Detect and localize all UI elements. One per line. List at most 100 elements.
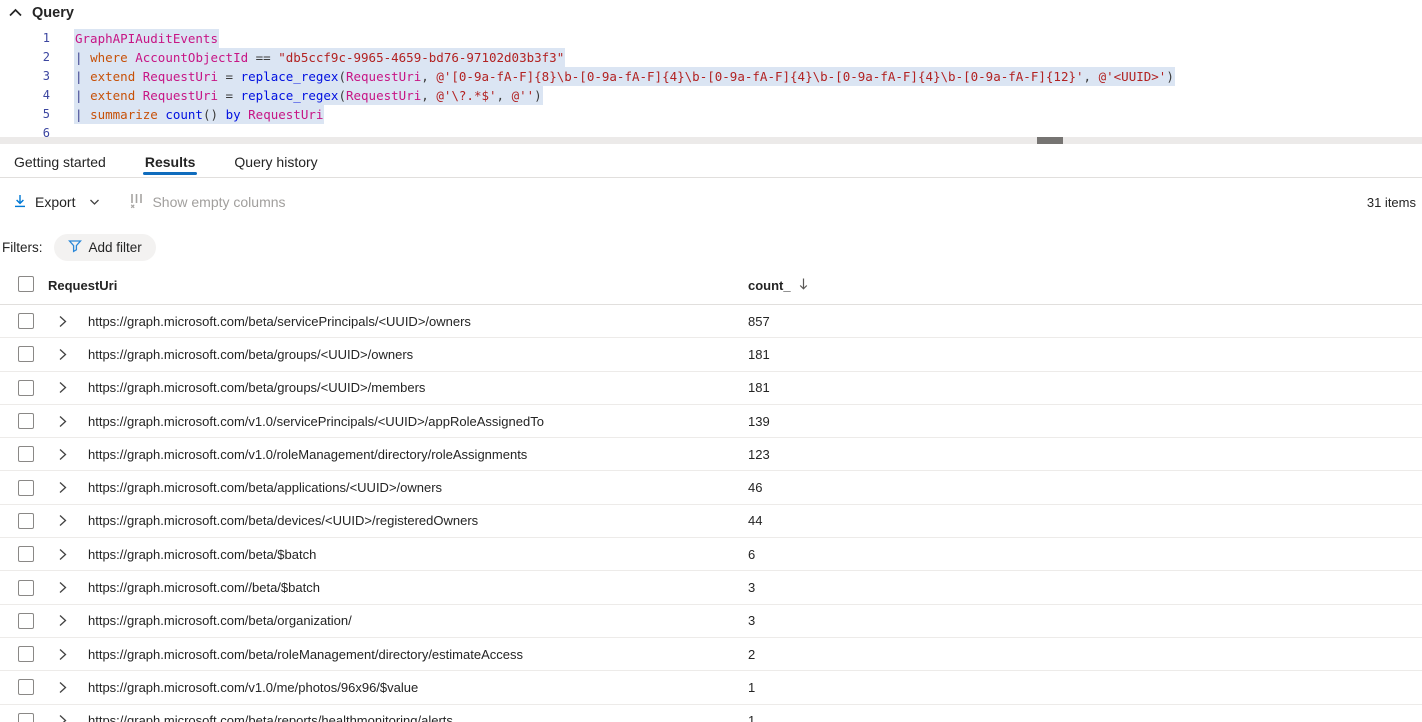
requesturi-cell: https://graph.microsoft.com/v1.0/me/phot… — [88, 680, 748, 695]
chevron-down-icon — [89, 198, 100, 206]
table-row[interactable]: https://graph.microsoft.com/beta/organiz… — [0, 605, 1422, 638]
row-checkbox[interactable] — [18, 480, 34, 496]
row-checkbox[interactable] — [18, 346, 34, 362]
code-text: | where AccountObjectId == "db5ccf9c-996… — [74, 48, 565, 67]
table-header: RequestUri count_ — [0, 266, 1422, 305]
expand-row-chevron-icon[interactable] — [57, 614, 69, 627]
export-button[interactable]: Export — [12, 193, 100, 212]
requesturi-cell: https://graph.microsoft.com/v1.0/service… — [88, 414, 748, 429]
column-header-count-label: count_ — [748, 278, 791, 293]
count-cell: 44 — [748, 513, 762, 528]
code-text: | extend RequestUri = replace_regex(Requ… — [74, 86, 543, 105]
query-panel-header: Query — [8, 5, 74, 21]
line-number: 5 — [0, 105, 50, 124]
code-line[interactable]: 4 | extend RequestUri = replace_regex(Req… — [0, 86, 1422, 105]
filters-label: Filters: — [2, 240, 43, 255]
collapse-query-button[interactable] — [8, 6, 23, 21]
count-cell: 3 — [748, 613, 755, 628]
count-cell: 181 — [748, 347, 770, 362]
row-checkbox[interactable] — [18, 646, 34, 662]
line-number: 6 — [0, 124, 50, 137]
row-checkbox[interactable] — [18, 313, 34, 329]
table-row[interactable]: https://graph.microsoft.com/beta/applica… — [0, 471, 1422, 504]
editor-hscrollbar-thumb[interactable] — [1037, 137, 1063, 144]
chevron-up-icon — [8, 6, 23, 21]
table-row[interactable]: https://graph.microsoft.com/beta/service… — [0, 305, 1422, 338]
line-number: 1 — [0, 29, 50, 48]
expand-row-chevron-icon[interactable] — [57, 415, 69, 428]
tab-list: Getting started Results Query history — [0, 146, 1422, 178]
requesturi-cell: https://graph.microsoft.com/beta/devices… — [88, 513, 748, 528]
query-editor[interactable]: 1 GraphAPIAuditEvents2| where AccountObje… — [0, 29, 1422, 137]
expand-row-chevron-icon[interactable] — [57, 581, 69, 594]
line-number: 4 — [0, 86, 50, 105]
requesturi-cell: https://graph.microsoft.com/beta/service… — [88, 314, 748, 329]
editor-hscrollbar-track[interactable] — [0, 137, 1422, 144]
table-row[interactable]: https://graph.microsoft.com//beta/$batch… — [0, 571, 1422, 604]
tab-getting-started[interactable]: Getting started — [12, 146, 108, 177]
expand-row-chevron-icon[interactable] — [57, 348, 69, 361]
requesturi-cell: https://graph.microsoft.com/beta/organiz… — [88, 613, 748, 628]
requesturi-cell: https://graph.microsoft.com/beta/groups/… — [88, 380, 748, 395]
row-checkbox[interactable] — [18, 446, 34, 462]
tab-results[interactable]: Results — [143, 146, 198, 177]
code-line[interactable]: 6 — [0, 124, 1422, 137]
tab-query-history[interactable]: Query history — [232, 146, 319, 177]
row-checkbox[interactable] — [18, 513, 34, 529]
requesturi-cell: https://graph.microsoft.com/beta/$batch — [88, 547, 748, 562]
filter-funnel-icon — [68, 239, 82, 256]
row-checkbox[interactable] — [18, 713, 34, 722]
expand-row-chevron-icon[interactable] — [57, 381, 69, 394]
count-cell: 857 — [748, 314, 770, 329]
table-row[interactable]: https://graph.microsoft.com/beta/groups/… — [0, 372, 1422, 405]
row-checkbox[interactable] — [18, 380, 34, 396]
code-line[interactable]: 2| where AccountObjectId == "db5ccf9c-99… — [0, 48, 1422, 67]
table-row[interactable]: https://graph.microsoft.com/beta/devices… — [0, 505, 1422, 538]
expand-row-chevron-icon[interactable] — [57, 448, 69, 461]
code-line[interactable]: 3 | extend RequestUri = replace_regex(Req… — [0, 67, 1422, 86]
expand-row-chevron-icon[interactable] — [57, 648, 69, 661]
table-row[interactable]: https://graph.microsoft.com/beta/$batch6 — [0, 538, 1422, 571]
count-cell: 3 — [748, 580, 755, 595]
add-filter-button[interactable]: Add filter — [54, 234, 156, 261]
kusto-results-page: Query 1 GraphAPIAuditEvents2| where Accou… — [0, 0, 1422, 722]
count-cell: 1 — [748, 713, 755, 722]
code-text: GraphAPIAuditEvents — [74, 29, 219, 48]
table-row[interactable]: https://graph.microsoft.com/beta/reports… — [0, 705, 1422, 722]
code-line[interactable]: 5| summarize count() by RequestUri — [0, 105, 1422, 124]
query-panel-title: Query — [32, 5, 74, 21]
row-checkbox[interactable] — [18, 580, 34, 596]
requesturi-cell: https://graph.microsoft.com//beta/$batch — [88, 580, 748, 595]
show-empty-columns-label: Show empty columns — [152, 194, 285, 210]
table-row[interactable]: https://graph.microsoft.com/v1.0/service… — [0, 405, 1422, 438]
expand-row-chevron-icon[interactable] — [57, 481, 69, 494]
table-row[interactable]: https://graph.microsoft.com/beta/groups/… — [0, 338, 1422, 371]
table-row[interactable]: https://graph.microsoft.com/beta/roleMan… — [0, 638, 1422, 671]
row-checkbox[interactable] — [18, 413, 34, 429]
row-checkbox[interactable] — [18, 546, 34, 562]
expand-row-chevron-icon[interactable] — [57, 714, 69, 722]
expand-row-chevron-icon[interactable] — [57, 548, 69, 561]
sort-descending-icon — [798, 277, 809, 294]
show-empty-columns-button[interactable]: Show empty columns — [128, 192, 285, 212]
requesturi-cell: https://graph.microsoft.com/beta/groups/… — [88, 347, 748, 362]
row-checkbox[interactable] — [18, 613, 34, 629]
count-cell: 1 — [748, 680, 755, 695]
table-row[interactable]: https://graph.microsoft.com/v1.0/roleMan… — [0, 438, 1422, 471]
row-checkbox[interactable] — [18, 679, 34, 695]
expand-row-chevron-icon[interactable] — [57, 315, 69, 328]
line-number: 3 — [0, 67, 50, 86]
code-line[interactable]: 1 GraphAPIAuditEvents — [0, 29, 1422, 48]
column-header-count[interactable]: count_ — [748, 266, 809, 304]
requesturi-cell: https://graph.microsoft.com/beta/applica… — [88, 480, 748, 495]
expand-row-chevron-icon[interactable] — [57, 514, 69, 527]
code-text: | extend RequestUri = replace_regex(Requ… — [74, 67, 1175, 86]
select-all-checkbox[interactable] — [18, 276, 34, 292]
table-row[interactable]: https://graph.microsoft.com/v1.0/me/phot… — [0, 671, 1422, 704]
column-header-requesturi[interactable]: RequestUri — [48, 266, 117, 304]
requesturi-cell: https://graph.microsoft.com/beta/reports… — [88, 713, 748, 722]
add-filter-label: Add filter — [89, 240, 142, 255]
table-body: https://graph.microsoft.com/beta/service… — [0, 305, 1422, 722]
download-icon — [12, 193, 28, 212]
expand-row-chevron-icon[interactable] — [57, 681, 69, 694]
